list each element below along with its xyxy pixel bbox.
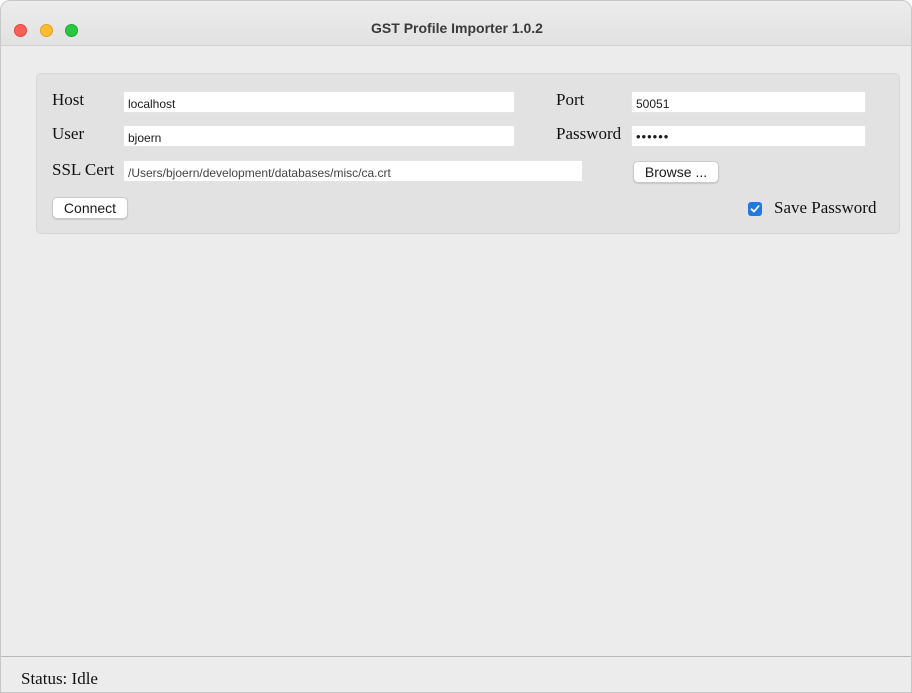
user-field[interactable]: bjoern	[123, 125, 515, 147]
status-text: Status: Idle	[21, 669, 98, 688]
save-password-checkbox[interactable]	[748, 202, 762, 216]
port-field[interactable]: 50051	[631, 91, 866, 113]
password-label: Password	[556, 124, 622, 143]
save-password-label[interactable]: Save Password	[774, 198, 876, 218]
host-field[interactable]: localhost	[123, 91, 515, 113]
host-label: Host	[52, 90, 85, 109]
app-window: GST Profile Importer 1.0.2 Host localhos…	[0, 0, 912, 693]
user-label: User	[52, 124, 85, 143]
browse-button[interactable]: Browse ...	[633, 161, 719, 183]
password-field[interactable]: ••••••	[631, 125, 866, 147]
title-bar[interactable]: GST Profile Importer 1.0.2	[1, 1, 911, 46]
status-bar	[1, 656, 911, 692]
connect-button[interactable]: Connect	[52, 197, 128, 219]
window-title: GST Profile Importer 1.0.2	[371, 20, 543, 36]
checkmark-icon	[750, 205, 760, 213]
ssl-cert-label: SSL Cert	[52, 160, 115, 179]
port-label: Port	[556, 90, 585, 109]
ssl-cert-field[interactable]: /Users/bjoern/development/databases/misc…	[123, 160, 583, 182]
